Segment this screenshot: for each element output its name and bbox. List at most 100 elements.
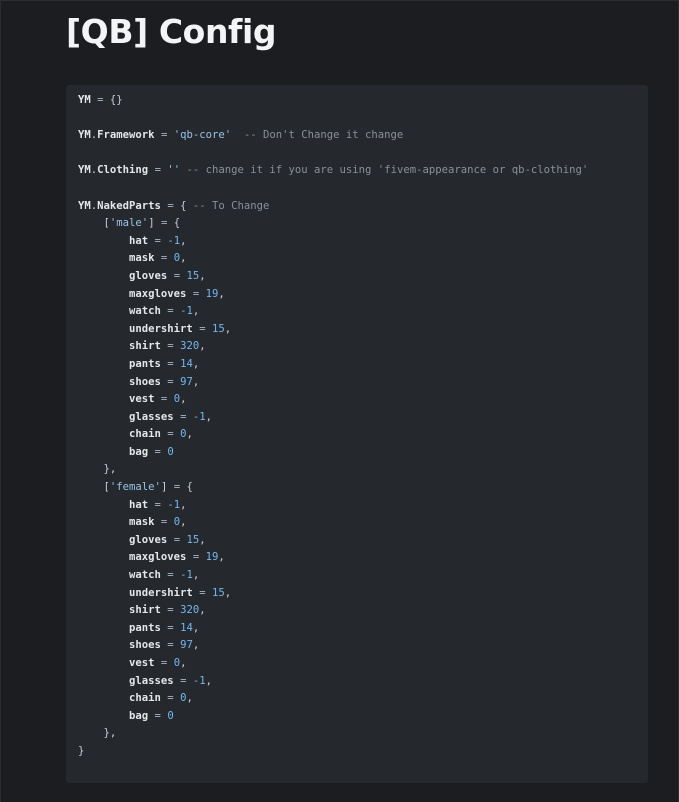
code-line: } (78, 743, 588, 761)
code-punctuation: }, (103, 463, 117, 476)
code-operator: = (192, 586, 212, 599)
code-number: -1 (167, 234, 181, 247)
code-comment: -- change it if you are using 'fivem-app… (180, 164, 589, 177)
code-string: 'male' (109, 217, 149, 230)
code-line: pants = 14, (78, 356, 588, 374)
code-identifier: bag (129, 709, 149, 722)
code-line: vest = 0, (78, 655, 588, 673)
code-identifier: Framework (97, 129, 155, 142)
code-identifier: shoes (129, 639, 161, 652)
code-punctuation: { (186, 481, 193, 494)
code-identifier: hat (129, 234, 149, 247)
code-number: 14 (180, 357, 193, 370)
code-identifier: chain (129, 428, 161, 441)
code-line: glasses = -1, (78, 673, 588, 691)
code-identifier: pants (129, 357, 161, 370)
code-operator: = (90, 94, 110, 106)
male-items: hat = -1, mask = 0, gloves = 15, maxglov… (78, 233, 588, 462)
code-operator: = (173, 674, 193, 687)
code-number: -1 (192, 410, 206, 423)
code-identifier: watch (129, 305, 161, 318)
code-string: 'female' (109, 481, 161, 494)
code-number: 0 (167, 445, 174, 458)
code-line: mask = 0, (78, 514, 588, 532)
code-identifier: gloves (129, 269, 168, 282)
code-identifier: pants (129, 621, 161, 634)
code-identifier: maxgloves (129, 287, 187, 300)
code-identifier: YM (78, 94, 91, 106)
code-line: chain = 0, (78, 690, 588, 708)
code-punctuation: , (218, 287, 225, 300)
code-punctuation: , (199, 269, 206, 282)
code-line: gloves = 15, (78, 268, 588, 286)
code-punctuation: , (192, 305, 200, 318)
code-identifier: glasses (129, 674, 174, 687)
code-line: shoes = 97, (78, 637, 588, 655)
code-line: YM.Framework = 'qb-core' -- Don't Change… (78, 127, 588, 145)
code-operator: = (154, 217, 174, 230)
code-operator: = (167, 269, 187, 282)
code-identifier: chain (129, 692, 161, 705)
code-identifier: shirt (129, 604, 161, 617)
code-identifier: YM (78, 199, 91, 212)
code-identifier: Clothing (97, 164, 149, 177)
code-string: '' (167, 164, 181, 177)
code-punctuation: , (192, 375, 200, 388)
code-operator: = (160, 604, 181, 617)
code-line: maxgloves = 19, (78, 549, 588, 567)
code-line: YM.Clothing = '' -- change it if you are… (78, 162, 588, 180)
code-punctuation: , (186, 428, 193, 441)
code-identifier: undershirt (129, 322, 193, 335)
code-operator: = (154, 252, 174, 265)
code-identifier: NakedParts (97, 199, 161, 212)
code-number: 14 (180, 621, 193, 634)
code-line: undershirt = 15, (78, 321, 588, 339)
code-operator: = (160, 199, 181, 212)
code-block: YM = {} YM.Framework = 'qb-core' -- Don't… (66, 85, 648, 783)
code-identifier: gloves (129, 533, 168, 546)
code-operator: = (160, 375, 181, 388)
code-comment: -- Don't Change it change (231, 129, 404, 142)
code-identifier: hat (129, 498, 149, 511)
code-operator: = (160, 357, 181, 370)
code-line: YM.NakedParts = { -- To Change (78, 198, 588, 216)
code-operator: = (148, 709, 168, 722)
code-identifier: YM (78, 164, 91, 177)
code-number: 97 (180, 639, 193, 652)
code-line: mask = 0, (78, 250, 588, 268)
code-line: shoes = 97, (78, 374, 588, 392)
code-punctuation: , (180, 498, 187, 511)
code-identifier: mask (129, 516, 155, 529)
code-operator: = (167, 533, 187, 546)
code-content[interactable]: YM = {} YM.Framework = 'qb-core' -- Don't… (78, 92, 588, 761)
code-identifier: watch (129, 569, 161, 582)
code-number: -1 (167, 498, 181, 511)
code-punctuation: , (180, 234, 187, 247)
code-operator: = (173, 410, 193, 423)
code-operator: = (160, 305, 181, 318)
code-punctuation: , (192, 621, 200, 634)
code-operator: = (167, 481, 187, 494)
code-string: 'qb-core' (173, 129, 232, 142)
code-operator: = (186, 551, 206, 564)
code-punctuation: , (205, 410, 212, 423)
page-title: [QB] Config (66, 12, 277, 51)
code-line: maxgloves = 19, (78, 286, 588, 304)
code-number: 0 (167, 709, 174, 722)
code-line: ['male'] = { (78, 215, 588, 233)
code-operator: = (186, 287, 206, 300)
